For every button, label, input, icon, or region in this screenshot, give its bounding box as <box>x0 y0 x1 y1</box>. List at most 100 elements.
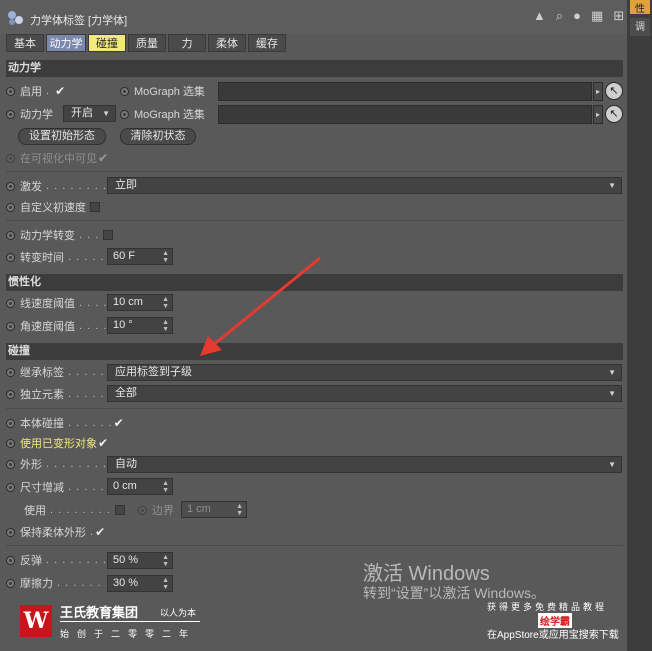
size-increment-field[interactable]: 0 cm ▲ ▼ <box>107 478 173 495</box>
size-increment-anim-dot[interactable] <box>6 482 15 492</box>
friction-anim-dot[interactable] <box>6 578 15 588</box>
trigger-anim-dot[interactable] <box>6 181 15 191</box>
transition-time-row: 转变时间 . . . . . . <box>6 247 113 267</box>
bounce-field[interactable]: 50 % ▲ ▼ <box>107 552 173 569</box>
individual-elements-dropdown[interactable]: 全部 ▼ <box>107 385 622 402</box>
deformed-anim-dot[interactable] <box>6 438 15 448</box>
right-tab-layers[interactable]: 调 <box>630 18 650 36</box>
trigger-row: 激发 . . . . . . . . <box>6 176 107 196</box>
keep-soft-shape-checkbox[interactable]: ✔ <box>94 525 106 539</box>
individual-anim-dot[interactable] <box>6 389 15 399</box>
individual-elements-row: 独立元素 . . . . . <box>6 384 105 404</box>
angular-anim-dot[interactable] <box>6 321 15 331</box>
enable-anim-dot[interactable] <box>6 86 15 96</box>
tab-soft-body[interactable]: 柔体 <box>208 34 246 52</box>
angular-threshold-label: 角速度阈值 <box>20 321 75 333</box>
bounce-row: 反弹 . . . . . . . . <box>6 550 107 570</box>
shape-label: 外形 <box>20 459 42 471</box>
shape-anim-dot[interactable] <box>6 459 15 469</box>
margin-row: 边界 <box>138 500 174 520</box>
rigid-body-tag-icon <box>8 11 23 25</box>
section-dynamics-header: 动力学 <box>6 60 623 77</box>
mograph-anim-dot-2[interactable] <box>120 109 129 119</box>
dynamic-anim-dot[interactable] <box>6 109 15 119</box>
transition-anim-dot[interactable] <box>6 230 15 240</box>
grid-icon[interactable]: ▦ <box>591 8 603 24</box>
self-collision-anim-dot[interactable] <box>6 418 15 428</box>
custom-velocity-label: 自定义初速度 <box>20 202 86 214</box>
tab-dynamics[interactable]: 动力学 <box>46 34 86 52</box>
self-collision-checkbox[interactable]: ✔ <box>113 416 125 430</box>
pick-cursor-icon-1[interactable]: ↖ <box>605 82 623 100</box>
tab-force[interactable]: 力 <box>168 34 206 52</box>
mograph-selection-field-1[interactable] <box>218 82 592 101</box>
annotation-arrow-icon <box>200 256 321 356</box>
right-side-bar <box>627 0 652 651</box>
tab-mass[interactable]: 质量 <box>128 34 166 52</box>
use-checkbox[interactable] <box>114 505 125 515</box>
mograph-anim-dot-1[interactable] <box>120 86 129 96</box>
friction-label: 摩擦力 <box>20 578 53 590</box>
tab-cache[interactable]: 缓存 <box>248 34 286 52</box>
linear-threshold-label: 线速度阈值 <box>20 298 75 310</box>
transition-time-field[interactable]: 60 F ▲ ▼ <box>107 248 173 265</box>
pick-cursor-icon-2[interactable]: ↖ <box>605 105 623 123</box>
window-title: 力学体标签 [力学体] <box>30 15 128 27</box>
deformed-object-row: 使用已变形对象 ✔ <box>6 433 109 453</box>
enable-checkbox[interactable]: ✔ <box>54 84 66 98</box>
transition-time-label: 转变时间 <box>20 252 64 264</box>
activate-windows-title: 激活 Windows <box>363 563 490 585</box>
inherit-tag-dropdown[interactable]: 应用标签到子级 ▼ <box>107 364 622 381</box>
keep-soft-anim-dot[interactable] <box>6 527 15 537</box>
title-bar: 力学体标签 [力学体] ▲ ⌕ ● ▦ ⊞ <box>0 0 627 34</box>
spinner-icon[interactable]: ▲ ▼ <box>162 249 169 264</box>
friction-field[interactable]: 30 % ▲ ▼ <box>107 575 173 592</box>
attribute-panel: 力学体标签 [力学体] ▲ ⌕ ● ▦ ⊞ 基本 动力学 碰撞 质量 力 柔体 … <box>0 0 627 651</box>
inherit-anim-dot[interactable] <box>6 367 15 377</box>
set-initial-state-button[interactable]: 设置初始形态 <box>18 128 106 145</box>
spinner-icon[interactable]: ▲ ▼ <box>162 553 169 568</box>
spinner-icon[interactable]: ▲ ▼ <box>162 295 169 310</box>
arrow-up-icon[interactable]: ▲ <box>533 8 546 24</box>
shape-dropdown[interactable]: 自动 ▼ <box>107 456 622 473</box>
tab-basic[interactable]: 基本 <box>6 34 44 52</box>
transition-checkbox[interactable] <box>103 230 114 240</box>
watermark-ad-top: 获得更多免费精品教程 <box>487 602 608 612</box>
transition-time-anim-dot[interactable] <box>6 252 15 262</box>
margin-anim-dot <box>138 505 147 515</box>
linear-threshold-field[interactable]: 10 cm ▲ ▼ <box>107 294 173 311</box>
search-icon[interactable]: ⌕ <box>556 8 563 24</box>
spinner-icon[interactable]: ▲ ▼ <box>162 479 169 494</box>
right-tab-attributes[interactable]: 性 <box>630 0 650 15</box>
trigger-dropdown[interactable]: 立即 ▼ <box>107 177 622 194</box>
tab-collision[interactable]: 碰撞 <box>88 34 126 52</box>
mograph-arrow-1[interactable]: ▸ <box>593 82 603 101</box>
angular-threshold-field[interactable]: 10 ° ▲ ▼ <box>107 317 173 334</box>
inherit-tag-row: 继承标签 . . . . . <box>6 362 105 382</box>
custom-velocity-anim-dot[interactable] <box>6 202 15 212</box>
clear-initial-state-button[interactable]: 清除初状态 <box>120 128 196 145</box>
deformed-object-checkbox[interactable]: ✔ <box>97 436 109 450</box>
spinner-icon[interactable]: ▲ ▼ <box>162 576 169 591</box>
divider <box>6 545 623 546</box>
spinner-icon[interactable]: ▲ ▼ <box>162 318 169 333</box>
watermark-divider <box>60 621 200 622</box>
visible-row: 在可视化中可见 ✔ <box>6 148 109 168</box>
linear-anim-dot[interactable] <box>6 298 15 308</box>
more-icon[interactable]: ⊞ <box>613 8 624 24</box>
mograph-arrow-2[interactable]: ▸ <box>593 105 603 124</box>
bounce-anim-dot[interactable] <box>6 555 15 565</box>
mograph-selection-field-2[interactable] <box>218 105 592 124</box>
custom-velocity-checkbox[interactable] <box>90 202 101 212</box>
lock-icon[interactable]: ● <box>573 8 581 24</box>
inherit-tag-label: 继承标签 <box>20 367 64 379</box>
tab-bar: 基本 动力学 碰撞 质量 力 柔体 缓存 <box>6 34 286 52</box>
size-increment-label: 尺寸增减 <box>20 482 64 494</box>
shape-row: 外形 . . . . . . . . <box>6 454 107 474</box>
dynamic-dropdown[interactable]: 开启 ▼ <box>63 105 116 122</box>
use-row: 使用 . . . . . . . . <box>24 500 125 520</box>
keep-soft-shape-row: 保持柔体外形 . ✔ <box>6 522 106 542</box>
transition-label: 动力学转变 <box>20 230 75 242</box>
mograph-label-1: MoGraph 选集 <box>134 86 205 98</box>
bounce-label: 反弹 <box>20 555 42 567</box>
